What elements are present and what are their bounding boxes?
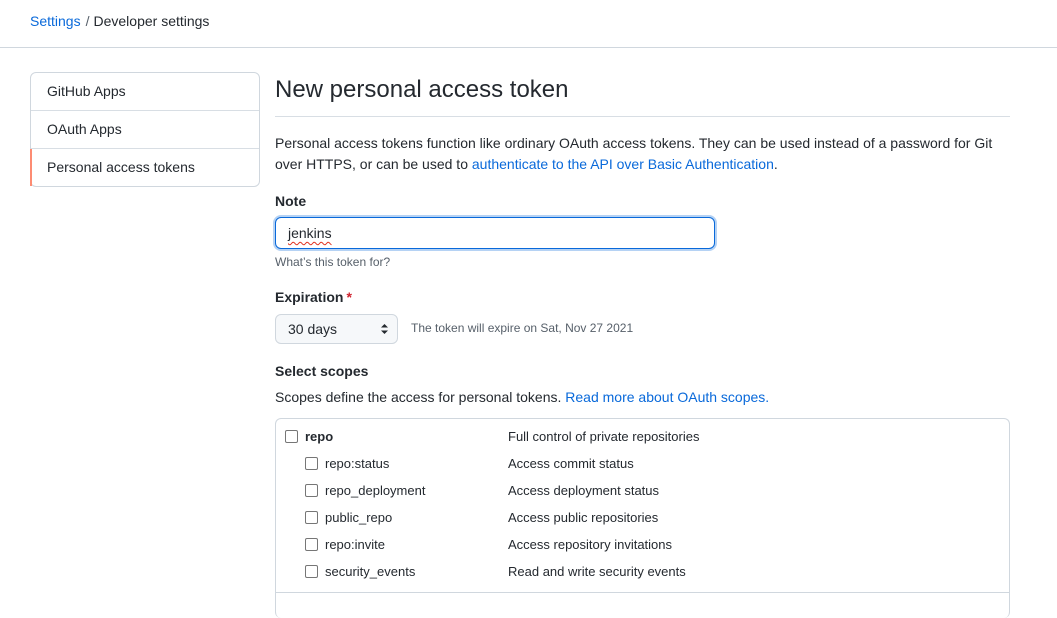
menu-item-oauth-apps[interactable]: OAuth Apps: [31, 111, 259, 149]
breadcrumb-current: Developer settings: [93, 13, 210, 29]
scope-name: repo:invite: [325, 537, 385, 552]
scope-checkbox-repo-invite[interactable]: [305, 538, 318, 551]
scope-checkbox-security-events[interactable]: [305, 565, 318, 578]
scopes-description: Scopes define the access for personal to…: [275, 387, 769, 408]
intro-end: .: [773, 156, 778, 172]
intro-paragraph: Personal access tokens function like ord…: [275, 133, 1010, 175]
scope-row-repo-deployment: repo_deployment Access deployment status: [276, 481, 1009, 501]
select-scopes-label: Select scopes: [275, 363, 369, 379]
scope-description: Read and write security events: [508, 564, 686, 579]
scope-description: Access deployment status: [508, 483, 660, 498]
scope-description: Access commit status: [508, 456, 634, 471]
scope-checkbox-repo[interactable]: [285, 430, 298, 443]
menu-item-github-apps[interactable]: GitHub Apps: [31, 73, 259, 111]
expiration-select[interactable]: 30 days: [275, 314, 398, 344]
expiration-note: The token will expire on Sat, Nov 27 202…: [411, 321, 634, 335]
scope-description: Access repository invitations: [508, 537, 673, 552]
scope-row-repo: repo Full control of private repositorie…: [276, 427, 1009, 447]
breadcrumb-separator: /: [85, 13, 90, 29]
scope-description: Access public repositories: [508, 510, 659, 525]
breadcrumb-settings-link[interactable]: Settings: [30, 13, 81, 29]
scope-name: repo: [305, 429, 334, 444]
scope-row-repo-status: repo:status Access commit status: [276, 454, 1009, 474]
menu-item-personal-access-tokens[interactable]: Personal access tokens: [30, 149, 259, 186]
scope-checkbox-repo-status[interactable]: [305, 457, 318, 470]
scope-description: Full control of private repositories: [508, 429, 700, 444]
basic-auth-link[interactable]: authenticate to the API over Basic Authe…: [472, 156, 774, 172]
scope-checkbox-public-repo[interactable]: [305, 511, 318, 524]
note-hint: What’s this token for?: [275, 255, 391, 269]
expiration-label-text: Expiration: [275, 289, 344, 305]
required-marker: *: [346, 289, 352, 305]
scope-checkbox-repo-deployment[interactable]: [305, 484, 318, 497]
note-input[interactable]: jenkins: [275, 217, 715, 249]
note-input-value: jenkins: [288, 225, 332, 241]
scope-name: repo:status: [325, 456, 390, 471]
expiration-select-value: 30 days: [288, 321, 338, 337]
scopes-table: repo Full control of private repositorie…: [275, 418, 1010, 618]
scope-row-security-events: security_events Read and write security …: [276, 562, 1009, 582]
main-content: New personal access token Personal acces…: [275, 72, 1010, 618]
oauth-scopes-link[interactable]: Read more about OAuth scopes.: [565, 389, 769, 405]
scope-name: repo_deployment: [325, 483, 426, 498]
scope-name: security_events: [325, 564, 416, 579]
scope-group-divider: [276, 592, 1009, 593]
top-bar: Settings / Developer settings: [0, 0, 1057, 48]
note-label: Note: [275, 193, 307, 209]
chevron-up-down-icon: [381, 324, 388, 334]
scopes-description-text: Scopes define the access for personal to…: [275, 389, 566, 405]
breadcrumb: Settings / Developer settings: [30, 13, 209, 29]
scope-name: public_repo: [325, 510, 393, 525]
scope-row-repo-invite: repo:invite Access repository invitation…: [276, 535, 1009, 555]
scope-row-public-repo: public_repo Access public repositories: [276, 508, 1009, 528]
expiration-label: Expiration *: [275, 287, 352, 307]
page-title: New personal access token: [275, 72, 1010, 117]
developer-settings-menu: GitHub Apps OAuth Apps Personal access t…: [30, 72, 260, 187]
